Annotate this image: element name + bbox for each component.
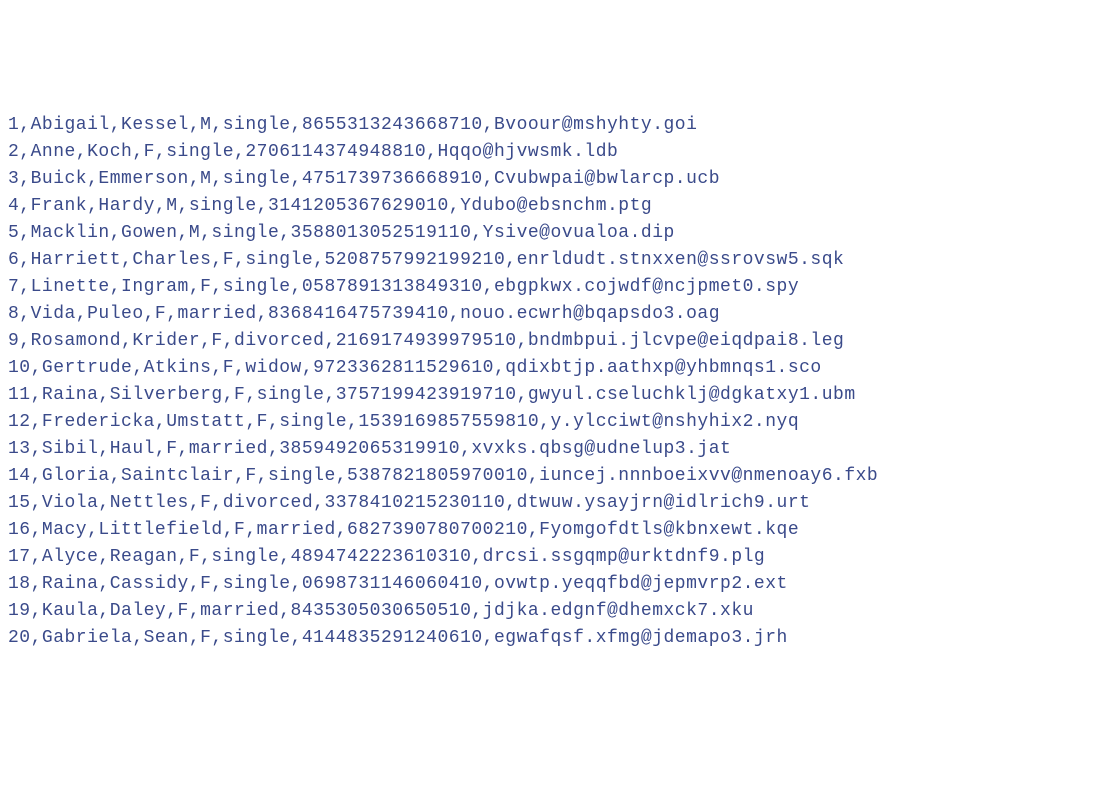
csv-row: 18,Raina,Cassidy,F,single,06987311460604… — [8, 571, 1104, 598]
csv-row: 3,Buick,Emmerson,M,single,47517397366689… — [8, 166, 1104, 193]
csv-row: 4,Frank,Hardy,M,single,3141205367629010,… — [8, 193, 1104, 220]
csv-row: 2,Anne,Koch,F,single,2706114374948810,Hq… — [8, 139, 1104, 166]
csv-row: 11,Raina,Silverberg,F,single,37571994239… — [8, 382, 1104, 409]
csv-row: 7,Linette,Ingram,F,single,05878913138493… — [8, 274, 1104, 301]
csv-row: 10,Gertrude,Atkins,F,widow,9723362811529… — [8, 355, 1104, 382]
csv-row: 8,Vida,Puleo,F,married,8368416475739410,… — [8, 301, 1104, 328]
csv-row: 9,Rosamond,Krider,F,divorced,21691749399… — [8, 328, 1104, 355]
csv-row: 13,Sibil,Haul,F,married,3859492065319910… — [8, 436, 1104, 463]
csv-text-block: 1,Abigail,Kessel,M,single,86553132436687… — [8, 112, 1104, 652]
csv-row: 20,Gabriela,Sean,F,single,41448352912406… — [8, 625, 1104, 652]
csv-row: 14,Gloria,Saintclair,F,single,5387821805… — [8, 463, 1104, 490]
csv-row: 15,Viola,Nettles,F,divorced,337841021523… — [8, 490, 1104, 517]
csv-row: 6,Harriett,Charles,F,single,520875799219… — [8, 247, 1104, 274]
csv-row: 1,Abigail,Kessel,M,single,86553132436687… — [8, 112, 1104, 139]
csv-row: 12,Fredericka,Umstatt,F,single,153916985… — [8, 409, 1104, 436]
csv-row: 19,Kaula,Daley,F,married,843530503065051… — [8, 598, 1104, 625]
csv-row: 5,Macklin,Gowen,M,single,358801305251911… — [8, 220, 1104, 247]
csv-row: 16,Macy,Littlefield,F,married,6827390780… — [8, 517, 1104, 544]
csv-row: 17,Alyce,Reagan,F,single,489474222361031… — [8, 544, 1104, 571]
